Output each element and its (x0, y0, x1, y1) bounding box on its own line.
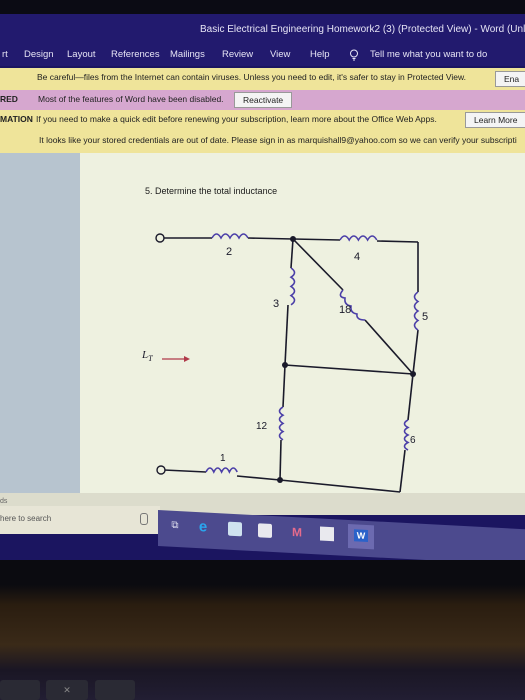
keyboard-key (95, 680, 135, 700)
screen: Basic Electrical Engineering Homework2 (… (0, 0, 525, 566)
lt-label: LT (141, 349, 153, 363)
status-text: ds (0, 498, 8, 505)
wire (236, 475, 281, 481)
node (290, 236, 296, 242)
word-icon[interactable]: W (348, 523, 374, 550)
wire (284, 364, 414, 375)
node (410, 371, 416, 377)
inductor-2 (211, 233, 249, 240)
wire (292, 238, 344, 291)
microphone-icon[interactable] (140, 513, 148, 525)
wire (376, 240, 419, 243)
circuit-diagram: 2 4 3 18 5 12 6 1 LT (141, 233, 428, 493)
file-explorer-icon[interactable] (228, 521, 242, 537)
wire (282, 364, 286, 408)
wire (247, 237, 294, 240)
inductor-label-2: 2 (226, 246, 232, 258)
inductor-3 (289, 267, 296, 306)
wire (292, 238, 341, 241)
terminal-top (155, 233, 165, 243)
wire (412, 329, 419, 375)
wire (279, 479, 401, 493)
inductor-label-5: 5 (422, 311, 428, 323)
inductor-label-4: 4 (354, 251, 360, 263)
inductor-label-6: 6 (410, 435, 416, 446)
edge-icon[interactable]: e (196, 518, 210, 535)
wire (279, 439, 282, 481)
inductor-12 (278, 406, 285, 441)
task-view-icon[interactable]: ⧉ (168, 519, 182, 534)
terminal-bottom (156, 465, 166, 475)
inductor-label-1: 1 (220, 453, 226, 464)
inductor-1 (205, 467, 238, 474)
inductor-label-3: 3 (273, 298, 279, 310)
keyboard-key: ✕ (46, 680, 88, 700)
mail-icon[interactable] (320, 526, 334, 542)
inductor-label-12: 12 (256, 421, 268, 432)
wire (284, 304, 289, 366)
node (277, 477, 283, 483)
mcafee-icon[interactable]: M (290, 525, 304, 540)
inductor-label-18: 18 (339, 304, 351, 316)
taskbar-search-box[interactable]: here to search (0, 506, 160, 534)
keyboard-key (0, 680, 40, 700)
inductor-4 (339, 235, 378, 242)
wire (407, 373, 414, 421)
wire (290, 238, 294, 269)
taskbar-search-placeholder: here to search (0, 514, 52, 523)
inductor-6 (403, 419, 410, 451)
store-icon[interactable] (258, 523, 272, 538)
wire (399, 449, 406, 493)
wire (364, 319, 414, 375)
wire (163, 469, 207, 473)
desk-background (0, 560, 525, 700)
lt-arrow (162, 356, 190, 362)
inductor-5 (413, 291, 420, 331)
node (282, 362, 288, 368)
